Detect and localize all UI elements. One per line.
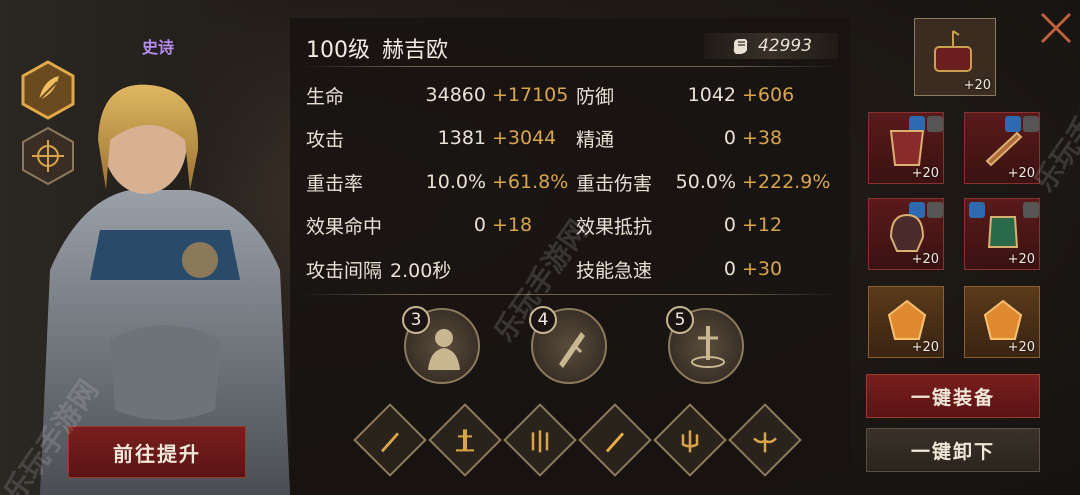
skill-slot-4[interactable]: 4 bbox=[529, 306, 607, 384]
stat-base: 2.00秒 bbox=[390, 259, 452, 282]
stat-base: 1042 bbox=[687, 84, 736, 106]
stat-row: 效果命中 0 +18 bbox=[306, 210, 556, 240]
triple-sword-icon bbox=[531, 430, 549, 453]
close-button[interactable] bbox=[1036, 8, 1076, 48]
golden-sword-icon bbox=[606, 432, 624, 453]
slot-level: +20 bbox=[1007, 252, 1035, 267]
header-divider bbox=[300, 66, 840, 67]
sword-burst-skill-icon bbox=[559, 332, 585, 368]
stat-label: 精通 bbox=[576, 128, 615, 151]
hero-name: 赫吉欧 bbox=[382, 38, 449, 63]
stat-bonus: +17105 bbox=[492, 84, 569, 106]
unequip-all-button[interactable]: 一键卸下 bbox=[866, 428, 1040, 472]
stat-bonus: +3044 bbox=[492, 127, 557, 149]
crosshair-icon bbox=[22, 126, 74, 186]
stat-row: 精通 0 +38 bbox=[576, 123, 806, 153]
stats-divider bbox=[300, 294, 840, 295]
equip-slot-weapon[interactable]: +20 bbox=[964, 112, 1040, 184]
slot-level: +20 bbox=[1007, 166, 1035, 181]
stat-label: 重击率 bbox=[306, 172, 364, 195]
stat-label: 生命 bbox=[306, 85, 345, 108]
stat-bonus: +30 bbox=[742, 258, 783, 280]
go-upgrade-button[interactable]: 前往提升 bbox=[68, 426, 246, 478]
stat-base: 0 bbox=[723, 258, 736, 280]
stat-row: 攻击 1381 +3044 bbox=[306, 123, 556, 153]
sword-pedestal-icon bbox=[456, 429, 474, 452]
leaf-emblem-icon bbox=[21, 60, 75, 120]
equip-slot-helmet[interactable]: +20 bbox=[868, 198, 944, 270]
rarity-label: 史诗 bbox=[141, 38, 174, 57]
stat-base: 0 bbox=[473, 214, 486, 236]
stat-row: 重击伤害 50.0% +222.9% bbox=[576, 167, 830, 197]
skill-slot-3[interactable]: 3 bbox=[402, 306, 480, 384]
stat-label: 重击伤害 bbox=[576, 172, 653, 195]
skill-slot-5[interactable]: 5 bbox=[666, 306, 744, 384]
stat-base: 1381 bbox=[437, 127, 486, 149]
sword-cage-skill-icon bbox=[691, 326, 725, 368]
close-icon bbox=[1040, 12, 1072, 44]
stat-bonus: +222.9% bbox=[742, 171, 831, 193]
stat-base: 0 bbox=[723, 214, 736, 236]
equip-slot-gem-1[interactable]: +20 bbox=[868, 286, 944, 358]
stat-bonus: +18 bbox=[492, 214, 533, 236]
music-box-icon bbox=[934, 30, 972, 72]
hero-portrait-skill-icon bbox=[428, 329, 460, 370]
trident-sword-icon bbox=[681, 430, 699, 453]
stat-bonus: +12 bbox=[742, 214, 783, 236]
class-emblem-button[interactable] bbox=[21, 60, 75, 120]
winged-sword-icon bbox=[753, 432, 777, 453]
stat-base: 0 bbox=[723, 127, 736, 149]
stat-label: 效果抵抗 bbox=[576, 215, 653, 238]
power-display: 42993 bbox=[704, 33, 838, 59]
fist-icon bbox=[733, 39, 748, 54]
equip-slot-gauntlet[interactable]: +20 bbox=[964, 198, 1040, 270]
stat-label: 攻击 bbox=[306, 128, 345, 151]
slot-level: +20 bbox=[911, 340, 939, 355]
stat-row: 效果抵抗 0 +12 bbox=[576, 210, 806, 240]
stat-label: 防御 bbox=[576, 85, 615, 108]
hero-title: 100级 赫吉欧 bbox=[306, 32, 460, 64]
stat-base: 34860 bbox=[425, 84, 486, 106]
slot-level: +20 bbox=[1007, 340, 1035, 355]
stat-bonus: +61.8% bbox=[492, 171, 569, 193]
artifact-slot[interactable]: +20 bbox=[914, 18, 996, 96]
target-emblem-button[interactable] bbox=[21, 126, 75, 186]
stat-bonus: +38 bbox=[742, 127, 783, 149]
stat-base: 50.0% bbox=[675, 171, 736, 193]
stat-row: 攻击间隔 2.00秒 bbox=[306, 254, 556, 284]
stat-bonus: +606 bbox=[742, 84, 795, 106]
stat-label: 技能急速 bbox=[576, 259, 653, 282]
equip-all-button[interactable]: 一键装备 bbox=[866, 374, 1040, 418]
stat-base: 10.0% bbox=[425, 171, 486, 193]
stat-label: 攻击间隔 bbox=[306, 259, 383, 282]
equip-slot-gem-2[interactable]: +20 bbox=[964, 286, 1040, 358]
stat-row: 生命 34860 +17105 bbox=[306, 80, 568, 110]
artifact-level: +20 bbox=[963, 78, 991, 93]
power-value: 42993 bbox=[757, 36, 813, 56]
sword-icon bbox=[381, 432, 399, 453]
equip-slot-armor[interactable]: +20 bbox=[868, 112, 944, 184]
stat-label: 效果命中 bbox=[306, 215, 383, 238]
hero-level: 100级 bbox=[306, 38, 370, 63]
stat-row: 技能急速 0 +30 bbox=[576, 254, 806, 284]
stat-row: 防御 1042 +606 bbox=[576, 80, 806, 110]
slot-level: +20 bbox=[911, 166, 939, 181]
stat-row: 重击率 10.0% +61.8% bbox=[306, 167, 568, 197]
slot-level: +20 bbox=[911, 252, 939, 267]
